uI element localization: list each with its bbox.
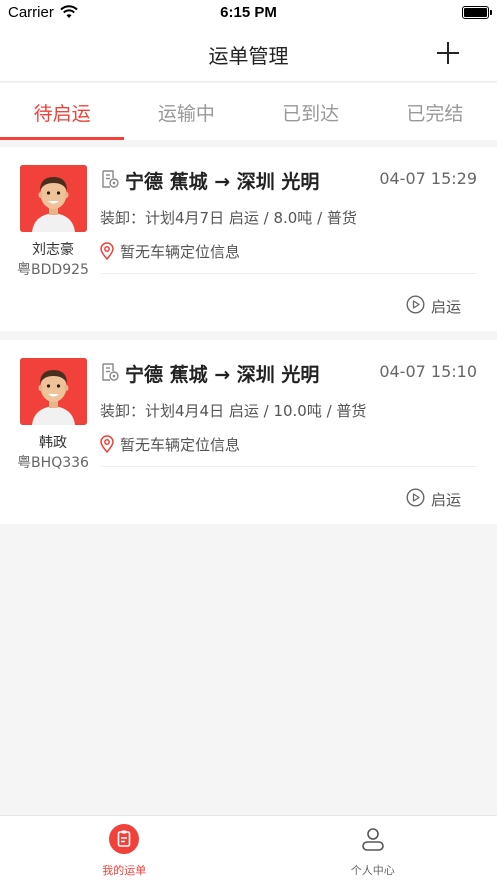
divider bbox=[100, 466, 477, 467]
bottom-tab-bar: 我的运单 个人中心 bbox=[0, 815, 497, 883]
status-time: 6:15 PM bbox=[220, 4, 277, 21]
tab-profile-label: 个人中心 bbox=[350, 864, 395, 877]
driver-name: 刘志豪 bbox=[32, 242, 74, 258]
tab-my-waybills-label: 我的运单 bbox=[102, 864, 147, 877]
load-info: 装卸：计划4月4日 启运 / 10.0吨 / 普货 bbox=[100, 402, 367, 420]
status-bar: Carrier 6:15 PM bbox=[0, 0, 497, 26]
order-time: 04-07 15:10 bbox=[379, 362, 477, 381]
tab-arrived[interactable]: 已到达 bbox=[249, 83, 373, 140]
divider bbox=[100, 273, 477, 274]
start-shipment-button[interactable]: 启运 bbox=[406, 488, 461, 511]
location-status: 暂无车辆定位信息 bbox=[120, 243, 241, 261]
start-shipment-label: 启运 bbox=[430, 298, 461, 316]
route-label: 宁德 蕉城 → 深圳 光明 bbox=[125, 364, 320, 386]
location-pin-icon bbox=[100, 242, 114, 264]
location-status: 暂无车辆定位信息 bbox=[120, 436, 241, 454]
play-circle-icon bbox=[406, 488, 425, 511]
nav-bar: 运单管理 bbox=[0, 26, 497, 82]
route-label: 宁德 蕉城 → 深圳 光明 bbox=[125, 171, 320, 193]
start-shipment-button[interactable]: 启运 bbox=[406, 295, 461, 318]
waybill-icon bbox=[100, 169, 120, 193]
plate-number: 粤BDD925 bbox=[17, 262, 89, 278]
tab-completed[interactable]: 已完结 bbox=[373, 83, 497, 140]
page-title: 运单管理 bbox=[208, 44, 289, 68]
location-pin-icon bbox=[100, 435, 114, 457]
driver-avatar bbox=[20, 358, 87, 425]
clipboard-icon bbox=[109, 824, 140, 854]
play-circle-icon bbox=[406, 295, 425, 318]
tab-my-waybills[interactable]: 我的运单 bbox=[0, 816, 249, 883]
add-icon[interactable] bbox=[437, 42, 459, 64]
order-time: 04-07 15:29 bbox=[379, 169, 477, 188]
load-info: 装卸：计划4月7日 启运 / 8.0吨 / 普货 bbox=[100, 209, 357, 227]
battery-icon bbox=[462, 6, 492, 19]
tab-pending[interactable]: 待启运 bbox=[0, 83, 125, 140]
waybill-icon bbox=[100, 362, 120, 386]
driver-name: 韩政 bbox=[39, 435, 67, 451]
start-shipment-label: 启运 bbox=[430, 491, 461, 509]
order-card[interactable]: 刘志豪 粤BDD925 宁德 蕉城 → 深圳 光明 04-07 15:29 装卸… bbox=[0, 147, 497, 331]
driver-avatar bbox=[20, 165, 87, 232]
tab-in-transit[interactable]: 运输中 bbox=[124, 83, 248, 140]
tab-profile[interactable]: 个人中心 bbox=[249, 816, 497, 883]
plate-number: 粤BHQ336 bbox=[17, 455, 89, 471]
status-tabs: 待启运 运输中 已到达 已完结 bbox=[0, 83, 497, 140]
user-icon bbox=[358, 824, 388, 854]
order-card[interactable]: 韩政 粤BHQ336 宁德 蕉城 → 深圳 光明 04-07 15:10 装卸：… bbox=[0, 340, 497, 524]
